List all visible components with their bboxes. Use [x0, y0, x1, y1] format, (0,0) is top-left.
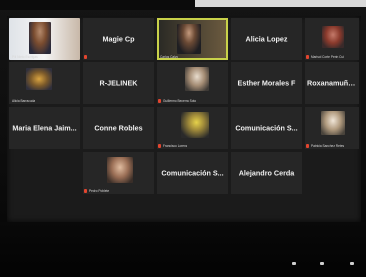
- participant-caption: Patricia Sanchez Retes: [311, 144, 345, 148]
- participant-video: [185, 67, 209, 91]
- top-bezel: [0, 0, 195, 10]
- participant-tile-p4[interactable]: Alicia Lopez: [231, 18, 302, 60]
- participant-caption: Guillermo Becerra Soto: [163, 99, 197, 103]
- participant-video: [26, 68, 52, 90]
- participant-tile-p13[interactable]: Francisco Lorenz: [157, 107, 228, 149]
- participant-caption: Alicia Barracuda: [12, 99, 36, 103]
- monitor-frame: Pili Nieto Escrigas Magie Cp Carlos Calv…: [0, 0, 366, 277]
- participant-tile-p3[interactable]: Carlos Calvo: [157, 18, 228, 60]
- participant-video: [322, 26, 344, 48]
- participants-icon[interactable]: [292, 262, 296, 265]
- participant-video: [107, 157, 133, 183]
- chat-icon[interactable]: [320, 262, 324, 265]
- participant-caption: Francisco Lorenz: [163, 144, 188, 148]
- participant-caption: Carlos Calvo: [160, 55, 179, 59]
- participant-tile-p7[interactable]: R-JELINEK: [83, 62, 154, 104]
- participant-tile-p17[interactable]: Comunicación S...: [157, 152, 228, 194]
- participant-silhouette: [177, 24, 201, 54]
- mic-muted-icon: [306, 55, 309, 59]
- participant-tile-p18[interactable]: Alejandro Cerda: [231, 152, 302, 194]
- participant-video: [321, 111, 345, 135]
- participant-tile-p10[interactable]: Roxanamuñoz_H...: [305, 62, 359, 104]
- participant-silhouette: [29, 22, 51, 54]
- participant-tile-p2[interactable]: Magie Cp: [83, 18, 154, 60]
- participant-name: Alicia Lopez: [245, 34, 288, 44]
- participant-tile-p8[interactable]: Guillermo Becerra Soto: [157, 62, 228, 104]
- participant-tile-p5[interactable]: Marisol Corte Perin Cui: [305, 18, 359, 60]
- mic-muted-icon: [306, 144, 309, 148]
- mic-muted-icon: [158, 144, 161, 148]
- participant-name: R-JELINEK: [99, 78, 138, 88]
- participant-tile-p9[interactable]: Esther Morales F: [231, 62, 302, 104]
- participant-name: Roxanamuñoz_H...: [307, 78, 359, 88]
- participant-tile-p12[interactable]: Conne Robles: [83, 107, 154, 149]
- participant-name: Esther Morales F: [237, 78, 296, 88]
- participant-caption: Pili Nieto Escrigas: [12, 55, 38, 59]
- participant-tile-p15[interactable]: Patricia Sanchez Retes: [305, 107, 359, 149]
- mic-muted-icon: [158, 99, 161, 103]
- zoom-control-bar: [0, 222, 366, 277]
- participant-tile-p16[interactable]: Pedro Poblete: [83, 152, 154, 194]
- mic-muted-icon: [84, 189, 87, 193]
- participant-name: Comunicación S...: [161, 168, 224, 178]
- participant-caption: Marisol Corte Perin Cui: [311, 55, 344, 59]
- participant-tile-p14[interactable]: Comunicación S...: [231, 107, 302, 149]
- participant-name: Conne Robles: [94, 123, 143, 133]
- participant-name: Magie Cp: [102, 34, 135, 44]
- top-white-strip: [195, 0, 366, 7]
- participant-caption: Pedro Poblete: [89, 189, 110, 193]
- participant-tile-p1[interactable]: Pili Nieto Escrigas: [9, 18, 80, 60]
- participant-video: [181, 112, 209, 138]
- participant-name: Maria Elena Jaim...: [12, 123, 77, 133]
- participant-name: Comunicación S...: [235, 123, 298, 133]
- participant-name: Alejandro Cerda: [238, 168, 295, 178]
- zoom-gallery-view: Pili Nieto Escrigas Magie Cp Carlos Calv…: [7, 16, 361, 222]
- mic-muted-icon: [84, 55, 87, 59]
- participant-tile-p6[interactable]: Alicia Barracuda: [9, 62, 80, 104]
- more-icon[interactable]: [350, 262, 354, 265]
- participant-tile-p11[interactable]: Maria Elena Jaim...: [9, 107, 80, 149]
